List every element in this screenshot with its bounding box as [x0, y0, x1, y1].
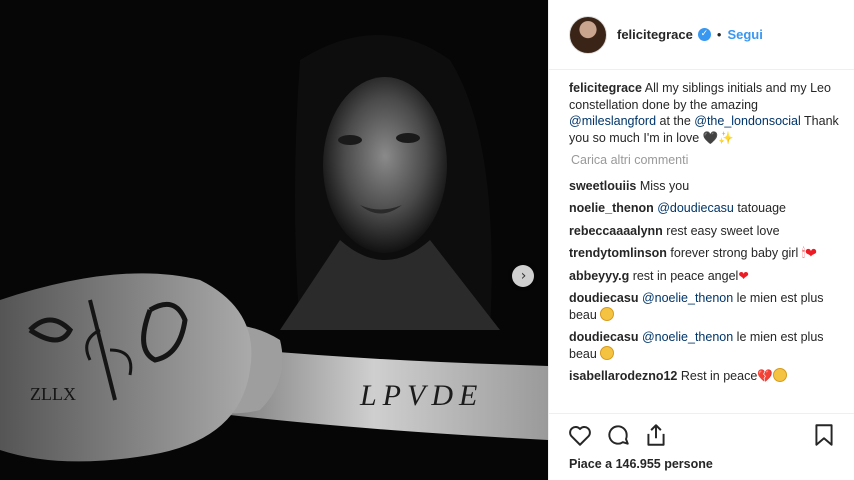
likes-count[interactable]: Piace a 146.955 persone	[569, 457, 713, 471]
comment-mention[interactable]: @doudiecasu	[657, 201, 734, 215]
load-more-comments-link[interactable]: Carica altri commenti	[571, 152, 842, 169]
grimace-emoji-icon	[772, 368, 787, 382]
comment-emoji: 🕯❤	[801, 246, 817, 260]
comment-item: isabellarodezno12 Rest in peace💔	[569, 368, 842, 385]
comment-text: Miss you	[636, 178, 690, 193]
comment-text: forever strong baby girl	[666, 246, 802, 260]
comment-text: rest easy sweet love	[662, 223, 780, 238]
comment-username[interactable]: noelie_thenon	[569, 201, 654, 215]
caption-mention-2[interactable]: @the_londonsocial	[694, 114, 801, 128]
post-caption: felicitegrace All my siblings initials a…	[569, 80, 842, 146]
instagram-post: LPVDE ZLLX › felicitegrace ✓ • Segui fel…	[0, 0, 854, 480]
comment-item: rebeccaaaalynn rest easy sweet love	[569, 223, 842, 240]
comment-item: doudiecasu @noelie_thenon le mien est pl…	[569, 290, 842, 323]
comment-username[interactable]: isabellarodezno12	[569, 369, 677, 383]
smiley-emoji-icon	[600, 306, 615, 321]
share-icon[interactable]	[643, 422, 669, 448]
heart-icon[interactable]	[567, 422, 593, 448]
caption-emoji: 🖤✨	[702, 130, 734, 145]
comment-icon[interactable]	[605, 422, 631, 448]
smiley-emoji-icon	[600, 345, 615, 360]
comment-item: doudiecasu @noelie_thenon le mien est pl…	[569, 329, 842, 362]
comment-emoji: 💔	[757, 369, 773, 383]
svg-text:ZLLX: ZLLX	[30, 384, 76, 404]
svg-text:LPVDE: LPVDE	[359, 379, 483, 412]
post-header: felicitegrace ✓ • Segui	[549, 0, 854, 70]
comment-text: Rest in peace	[677, 369, 758, 383]
comment-username[interactable]: doudiecasu	[569, 291, 638, 305]
avatar[interactable]	[569, 15, 607, 54]
post-photo[interactable]: LPVDE ZLLX ›	[0, 0, 548, 480]
comment-text: rest in peace angel	[629, 268, 739, 283]
bookmark-icon[interactable]	[811, 422, 837, 448]
chevron-right-icon: ›	[520, 268, 527, 284]
comment-username[interactable]: doudiecasu	[569, 330, 638, 344]
comment-username[interactable]: sweetlouiis	[569, 179, 636, 193]
comment-username[interactable]: trendytomlinson	[569, 246, 667, 260]
comment-mention[interactable]: @noelie_thenon	[642, 330, 733, 344]
caption-mention-1[interactable]: @mileslangford	[569, 114, 656, 128]
post-side-panel: felicitegrace ✓ • Segui felicitegrace Al…	[548, 0, 854, 480]
caption-text-2: at the	[656, 114, 695, 128]
photo-image: LPVDE ZLLX	[0, 0, 548, 480]
caption-username[interactable]: felicitegrace	[569, 81, 642, 95]
comment-username[interactable]: abbeyyy.g	[569, 269, 629, 283]
comment-item: sweetlouiis Miss you	[569, 178, 842, 195]
action-bar	[549, 413, 854, 454]
follow-button[interactable]: Segui	[727, 27, 762, 42]
comment-username[interactable]: rebeccaaaalynn	[569, 224, 663, 238]
comment-text: tatouage	[733, 201, 786, 215]
comment-emoji: ❤	[738, 268, 749, 283]
next-photo-button[interactable]: ›	[512, 265, 534, 287]
verified-badge-icon: ✓	[697, 28, 711, 41]
header-username[interactable]: felicitegrace	[617, 27, 693, 42]
separator-dot: •	[716, 27, 722, 42]
comment-mention[interactable]: @noelie_thenon	[642, 291, 733, 305]
comments-list[interactable]: felicitegrace All my siblings initials a…	[569, 80, 842, 410]
comment-item: trendytomlinson forever strong baby girl…	[569, 245, 842, 262]
comment-item: abbeyyy.g rest in peace angel❤	[569, 268, 842, 285]
comment-item: noelie_thenon @doudiecasu tatouage	[569, 200, 842, 217]
